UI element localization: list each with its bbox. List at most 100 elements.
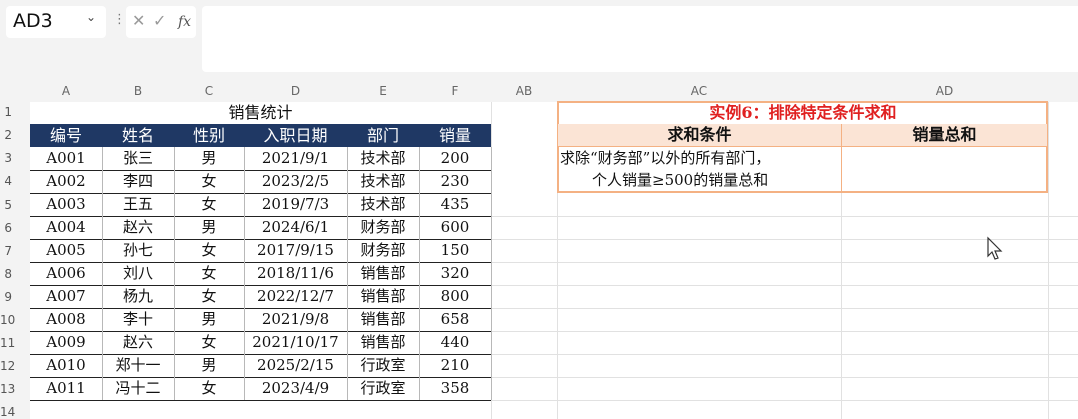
table-cell[interactable]: 2021/10/17 bbox=[244, 331, 347, 354]
table-cell[interactable]: 2022/12/7 bbox=[244, 285, 347, 308]
table-cell[interactable]: 2021/9/8 bbox=[244, 308, 347, 331]
condition-header[interactable]: 求和条件 bbox=[558, 124, 841, 146]
cancel-icon[interactable]: ✕ bbox=[132, 11, 145, 30]
row-header-12[interactable]: 12 bbox=[0, 359, 30, 373]
total-header[interactable]: 销量总和 bbox=[842, 124, 1047, 146]
table-cell[interactable]: 2024/6/1 bbox=[244, 216, 347, 239]
table-cell[interactable]: 600 bbox=[419, 216, 491, 239]
condition-cell[interactable]: 求除“财务部”以外的所有部门， 个人销量≥500的销量总和 bbox=[560, 147, 840, 191]
header-cell[interactable]: 入职日期 bbox=[244, 124, 347, 147]
table-cell[interactable]: 财务部 bbox=[347, 216, 419, 239]
table-cell[interactable]: 2025/2/15 bbox=[244, 354, 347, 377]
table-cell[interactable]: 440 bbox=[419, 331, 491, 354]
row-header-9[interactable]: 9 bbox=[0, 290, 30, 304]
table-cell[interactable]: 行政室 bbox=[347, 354, 419, 377]
row-header-14[interactable]: 14 bbox=[0, 405, 30, 419]
enter-icon[interactable]: ✓ bbox=[153, 11, 166, 30]
table-cell[interactable]: 435 bbox=[419, 193, 491, 216]
table-cell[interactable]: 2023/2/5 bbox=[244, 170, 347, 193]
col-header-ad[interactable]: AD bbox=[841, 80, 1048, 102]
row-header-13[interactable]: 13 bbox=[0, 382, 30, 396]
table-cell[interactable]: 800 bbox=[419, 285, 491, 308]
row-header-5[interactable]: 5 bbox=[0, 198, 30, 212]
table-cell[interactable]: 210 bbox=[419, 354, 491, 377]
table-cell[interactable]: 150 bbox=[419, 239, 491, 262]
table-cell[interactable]: 男 bbox=[174, 308, 244, 331]
table-cell[interactable]: 销售部 bbox=[347, 262, 419, 285]
table-cell[interactable]: A008 bbox=[30, 308, 102, 331]
chevron-down-icon[interactable]: ⌄ bbox=[86, 10, 96, 24]
table-cell[interactable]: A009 bbox=[30, 331, 102, 354]
table-cell[interactable]: A004 bbox=[30, 216, 102, 239]
table-cell[interactable]: 孙七 bbox=[102, 239, 174, 262]
table-cell[interactable]: 李十 bbox=[102, 308, 174, 331]
table-cell[interactable]: 赵六 bbox=[102, 216, 174, 239]
table-cell[interactable]: 358 bbox=[419, 377, 491, 400]
table-cell[interactable]: 女 bbox=[174, 193, 244, 216]
table-cell[interactable]: A002 bbox=[30, 170, 102, 193]
table-cell[interactable]: 女 bbox=[174, 262, 244, 285]
table-cell[interactable]: 销售部 bbox=[347, 308, 419, 331]
table-cell[interactable]: 王五 bbox=[102, 193, 174, 216]
row-header-3[interactable]: 3 bbox=[0, 151, 30, 165]
table-cell[interactable]: A010 bbox=[30, 354, 102, 377]
table-cell[interactable]: 张三 bbox=[102, 147, 174, 170]
table-cell[interactable]: 技术部 bbox=[347, 193, 419, 216]
row-header-4[interactable]: 4 bbox=[0, 174, 30, 188]
table-cell[interactable]: A011 bbox=[30, 377, 102, 400]
header-cell[interactable]: 姓名 bbox=[102, 124, 174, 147]
header-cell[interactable]: 编号 bbox=[30, 124, 102, 147]
table-cell[interactable]: 女 bbox=[174, 331, 244, 354]
col-header-a[interactable]: A bbox=[30, 80, 102, 102]
col-header-f[interactable]: F bbox=[419, 80, 491, 102]
table-cell[interactable]: 男 bbox=[174, 147, 244, 170]
table-cell[interactable]: 2018/11/6 bbox=[244, 262, 347, 285]
col-header-d[interactable]: D bbox=[244, 80, 347, 102]
table-cell[interactable]: 200 bbox=[419, 147, 491, 170]
col-header-b[interactable]: B bbox=[102, 80, 174, 102]
row-header-2[interactable]: 2 bbox=[0, 128, 30, 142]
result-cell[interactable] bbox=[842, 147, 1047, 191]
table-cell[interactable]: 技术部 bbox=[347, 170, 419, 193]
table-cell[interactable]: 2017/9/15 bbox=[244, 239, 347, 262]
col-header-ac[interactable]: AC bbox=[557, 80, 841, 102]
header-cell[interactable]: 性别 bbox=[174, 124, 244, 147]
table-cell[interactable]: 2023/4/9 bbox=[244, 377, 347, 400]
table-cell[interactable]: 男 bbox=[174, 216, 244, 239]
table-cell[interactable]: 女 bbox=[174, 377, 244, 400]
table-cell[interactable]: 赵六 bbox=[102, 331, 174, 354]
row-header-11[interactable]: 11 bbox=[0, 336, 30, 350]
table-cell[interactable]: 杨九 bbox=[102, 285, 174, 308]
table-cell[interactable]: 女 bbox=[174, 285, 244, 308]
table-cell[interactable]: 658 bbox=[419, 308, 491, 331]
table-cell[interactable]: 销售部 bbox=[347, 285, 419, 308]
row-header-10[interactable]: 10 bbox=[0, 313, 30, 327]
table-cell[interactable]: 销售部 bbox=[347, 331, 419, 354]
row-header-8[interactable]: 8 bbox=[0, 267, 30, 281]
col-header-ab[interactable]: AB bbox=[491, 80, 557, 102]
table-cell[interactable]: 刘八 bbox=[102, 262, 174, 285]
table-cell[interactable]: 财务部 bbox=[347, 239, 419, 262]
row-header-7[interactable]: 7 bbox=[0, 244, 30, 258]
row-header-6[interactable]: 6 bbox=[0, 221, 30, 235]
formula-input[interactable] bbox=[202, 6, 1078, 72]
table-cell[interactable]: 女 bbox=[174, 239, 244, 262]
function-icon[interactable]: fx bbox=[178, 14, 191, 30]
header-cell[interactable]: 部门 bbox=[347, 124, 419, 147]
table-cell[interactable]: A006 bbox=[30, 262, 102, 285]
col-header-e[interactable]: E bbox=[347, 80, 419, 102]
row-header-1[interactable]: 1 bbox=[0, 105, 30, 119]
col-header-c[interactable]: C bbox=[174, 80, 244, 102]
table-cell[interactable]: 女 bbox=[174, 170, 244, 193]
table-cell[interactable]: A001 bbox=[30, 147, 102, 170]
table-cell[interactable]: 行政室 bbox=[347, 377, 419, 400]
table-cell[interactable]: 李四 bbox=[102, 170, 174, 193]
table-cell[interactable]: 2021/9/1 bbox=[244, 147, 347, 170]
table-cell[interactable]: A003 bbox=[30, 193, 102, 216]
table-cell[interactable]: 320 bbox=[419, 262, 491, 285]
table-cell[interactable]: 冯十二 bbox=[102, 377, 174, 400]
table-cell[interactable]: 2019/7/3 bbox=[244, 193, 347, 216]
table-cell[interactable]: A005 bbox=[30, 239, 102, 262]
header-cell[interactable]: 销量 bbox=[419, 124, 491, 147]
table-cell[interactable]: 男 bbox=[174, 354, 244, 377]
